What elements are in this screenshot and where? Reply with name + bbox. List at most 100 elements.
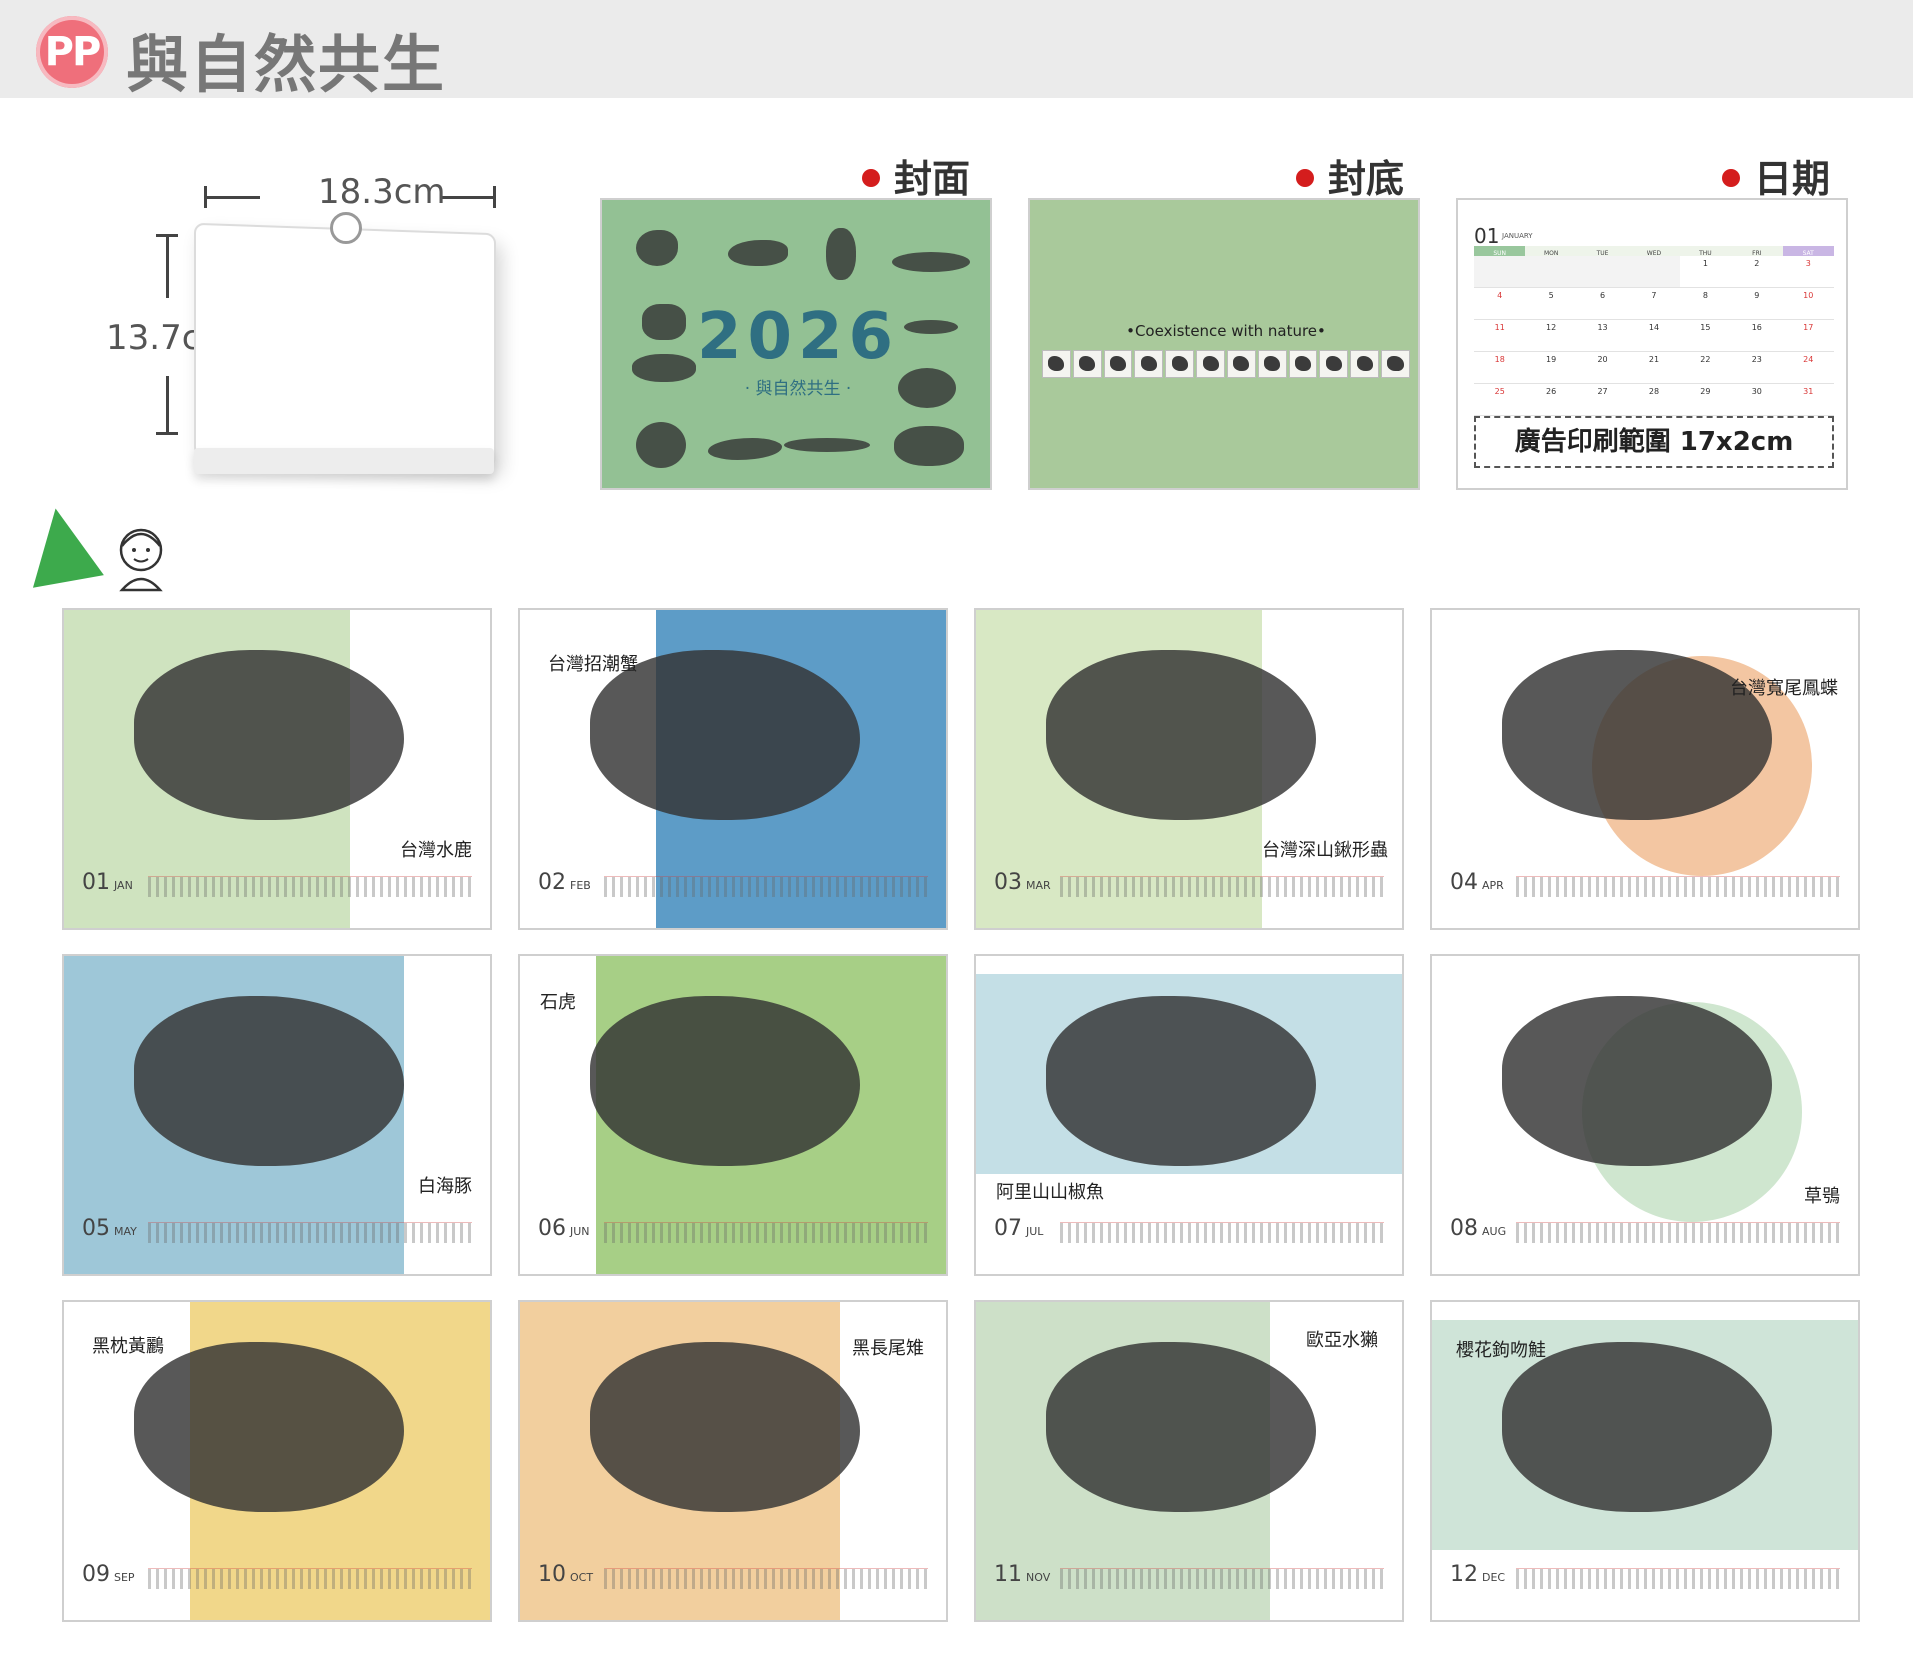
month-number: 09 [82,1562,110,1587]
week-row: 11 12 13 14 15 16 17 [1474,320,1834,352]
date-section-label: 日期 [1722,148,1830,203]
day-cell: 30 [1751,387,1762,396]
animal-name: 石虎 [540,992,576,1013]
month-abbr: MAR [1026,879,1051,892]
month-card: 台灣寬尾鳳蝶 04 APR [1430,608,1860,930]
week-row: 18 19 20 21 22 23 24 [1474,352,1834,384]
day-cell [1525,256,1577,287]
month-label: 12 DEC [1450,1562,1505,1587]
page-title: 與自然共生 [126,28,447,101]
month-card: 台灣深山鍬形蟲 03 MAR [974,608,1404,930]
week-row: 4 5 6 7 8 9 10 [1474,288,1834,320]
month-label: 08 AUG [1450,1216,1506,1241]
weekday-label: WED [1628,246,1680,257]
pp-logo: PP [36,16,108,88]
month-number: 03 [994,870,1022,895]
cover-section-label: 封面 [862,148,970,203]
animal-thumbnail [1134,350,1164,378]
month-label: 07 JUL [994,1216,1043,1241]
month-abbr: JUN [570,1225,590,1238]
month-number: 08 [1450,1216,1478,1241]
day-cell: 13 [1597,323,1608,332]
month-card: 台灣水鹿 01 JAN [62,608,492,930]
month-card: 櫻花鉤吻鮭 12 DEC [1430,1300,1860,1622]
animal-name: 台灣水鹿 [400,840,472,861]
day-cell: 9 [1754,291,1760,300]
day-cell: 24 [1803,355,1814,364]
animal-thumbnail [1165,350,1195,378]
month-number: 01 [82,870,110,895]
month-card: 石虎 06 JUN [518,954,948,1276]
date-page-preview: 01 JANUARY SUN MON TUE WED THU FRI SAT 1 2 3 4 5 6 7 8… [1456,198,1848,490]
weekday-label: THU [1679,246,1732,257]
week-row: 25 26 27 28 29 30 31 [1474,384,1834,416]
date-section-text: 日期 [1754,157,1831,201]
month-abbr: FEB [570,879,591,892]
day-cell: 1 [1702,259,1708,268]
leopard-cat-icon [894,426,964,466]
day-cell: 21 [1648,355,1660,364]
day-cell: 2 [1754,259,1760,268]
girl-doodle-icon [119,528,163,592]
ad-print-area: 廣告印刷範圍 17x2cm [1474,416,1834,468]
animal-name: 歐亞水獺 [1306,1330,1378,1351]
month-card: 黑枕黃鸝 09 SEP [62,1300,492,1622]
height-dimension-tick-top [156,234,178,237]
day-cell: 26 [1546,387,1557,396]
day-cell: 3 [1805,259,1811,268]
animal-illustration [1046,1342,1316,1512]
month-abbr: JUL [1026,1225,1044,1238]
month-label: 09 SEP [82,1562,135,1587]
day-strip [604,876,928,897]
day-cell: 27 [1597,387,1608,396]
pheasant-icon [784,438,870,452]
day-strip [604,1222,928,1243]
animal-name: 櫻花鉤吻鮭 [1456,1340,1546,1361]
day-cell: 8 [1702,291,1708,300]
back-section-label: 封底 [1296,148,1404,203]
day-cell: 18 [1494,355,1505,364]
weekday-label: FRI [1731,246,1783,257]
month-card: 草鴞 08 AUG [1430,954,1860,1276]
owl-icon [826,228,856,280]
red-dot-icon [1296,168,1314,187]
weekday-label: MON [1525,246,1577,257]
month-card: 台灣招潮蟹 02 FEB [518,608,948,930]
month-number: 07 [994,1216,1022,1241]
month-number: 04 [1450,870,1478,895]
day-cell: 25 [1494,387,1505,396]
animal-thumbnail [1196,350,1225,378]
month-label: 11 NOV [994,1562,1050,1587]
month-abbr: NOV [1026,1571,1051,1584]
day-cell: 11 [1494,323,1505,332]
animal-thumbnail [1350,350,1380,378]
day-cell: 15 [1700,323,1711,332]
month-card: 阿里山山椒魚 07 JUL [974,954,1404,1276]
width-dimension-tick-left [204,186,207,208]
day-cell: 20 [1597,355,1608,364]
month-number: 12 [1450,1562,1478,1587]
animal-name: 白海豚 [418,1176,472,1197]
day-strip [1060,1568,1384,1589]
animal-name: 台灣招潮蟹 [548,654,638,675]
day-strip [148,876,472,897]
day-strip [1060,876,1384,897]
weekday-label: TUE [1576,246,1629,257]
day-cell: 29 [1700,387,1711,396]
date-month-name: JANUARY [1502,232,1533,240]
cover-section-text: 封面 [894,157,971,201]
day-strip [1516,1222,1840,1243]
month-label: 05 MAY [82,1216,137,1241]
day-cell: 14 [1648,323,1660,332]
otter-icon [636,422,686,468]
back-cover-preview: •Coexistence with nature• [1028,198,1420,490]
width-dimension-tick-right [493,186,496,208]
weekday-header-row: SUN MON TUE WED THU FRI SAT [1474,246,1834,257]
month-abbr: APR [1482,879,1504,892]
width-dimension-line-left [204,196,260,199]
desk-calendar-stand [194,222,496,468]
month-label: 04 APR [1450,870,1504,895]
day-cell: 16 [1751,323,1762,332]
month-label: 10 OCT [538,1562,593,1587]
week-row: 1 2 3 [1474,256,1834,288]
